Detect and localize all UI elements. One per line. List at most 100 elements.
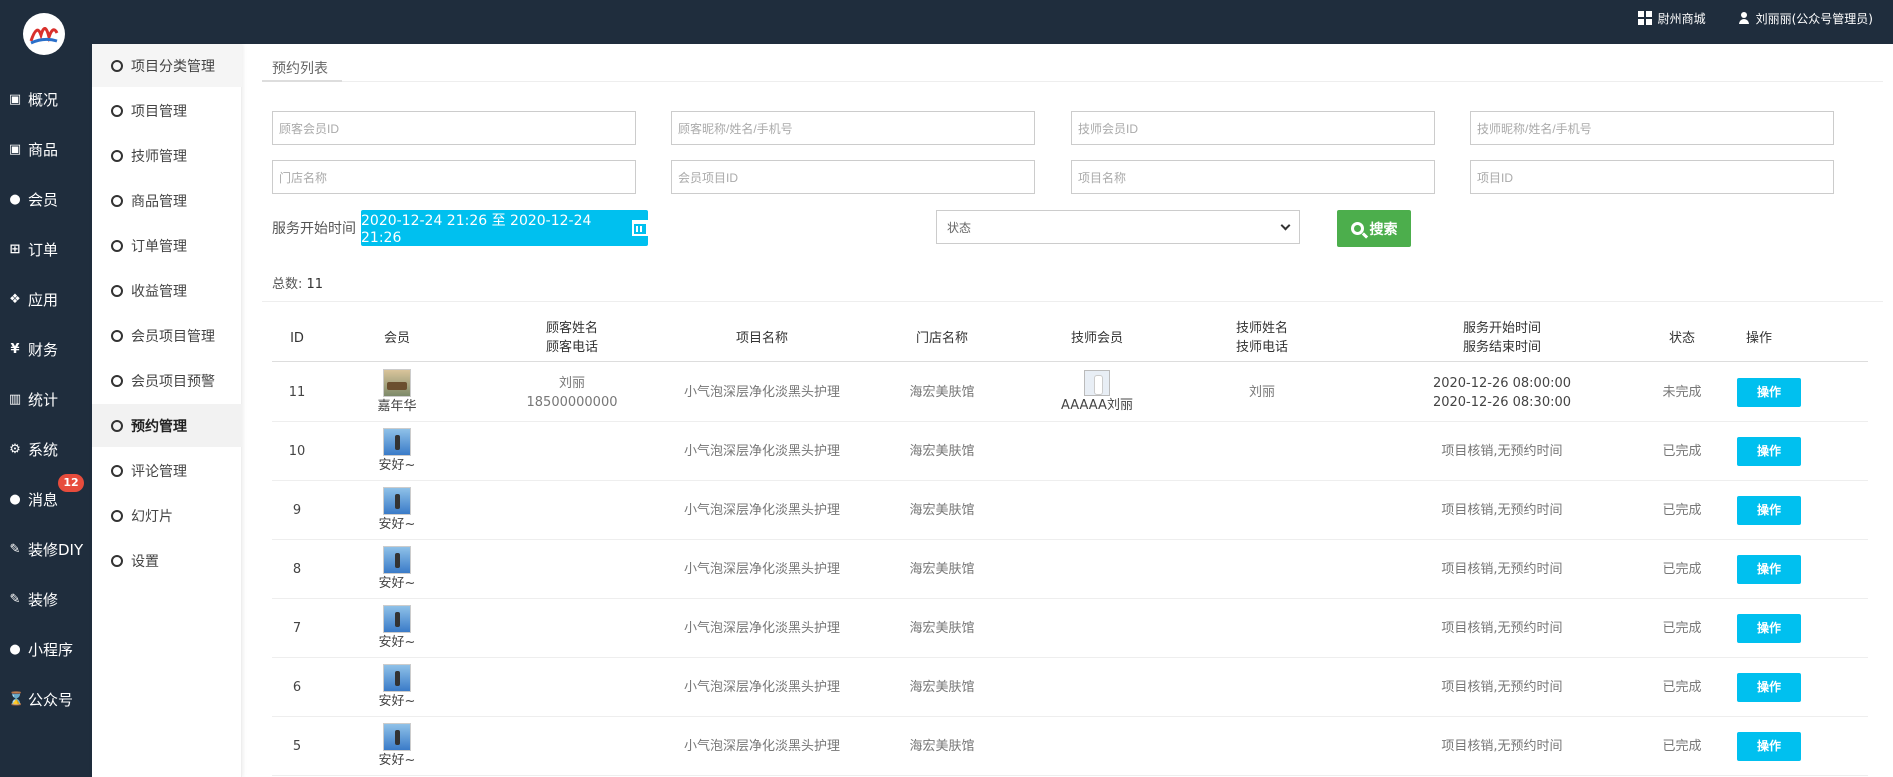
dashboard-icon [1637,11,1652,25]
tech-name-input[interactable]: 技师昵称/姓名/手机号 [1470,111,1834,145]
member-name: 安好~ [378,635,416,650]
customer-member-id-input[interactable]: 顾客会员ID [272,111,636,145]
submenu-item[interactable]: 评论管理 [92,449,242,492]
cell-project: 小气泡深层净化淡黑头护理 [662,717,862,776]
top-bar: 尉州商城 刘丽丽(公众号管理员) [0,0,1893,44]
table-row: 6 安好~ 小气泡深层净化淡黑头护理 海宏美肤馆 项目核销,无预约时间 已完成 操作 [272,658,1868,717]
shop-label: 尉州商城 [1657,11,1706,26]
logo[interactable] [23,13,65,55]
total-count: 总数: 11 [272,273,323,292]
submenu-item[interactable]: 项目管理 [92,89,242,132]
sidebar-item[interactable]: ▣ 概况 [0,74,92,124]
sidebar-item[interactable]: ▥ 统计 [0,374,92,424]
action-button[interactable]: 操作 [1737,614,1801,643]
action-button[interactable]: 操作 [1737,732,1801,761]
cell-time: 2020-12-26 08:00:00 2020-12-26 08:30:00 [1412,363,1592,422]
circle-icon [111,509,123,522]
cell-customer [512,599,632,658]
project-id-input[interactable]: 项目ID [1470,160,1834,194]
submenu-item[interactable]: 收益管理 [92,269,242,312]
submenu-item[interactable]: 项目分类管理 [92,44,242,87]
submenu-item[interactable]: 商品管理 [92,179,242,222]
submenu-item[interactable]: 会员项目预警 [92,359,242,402]
row-id: 8 [292,562,302,577]
table-row: 10 安好~ 小气泡深层净化淡黑头护理 海宏美肤馆 项目核销,无预约时间 已完成 操作 [272,422,1868,481]
member-name: 安好~ [378,458,416,473]
cell-action: 操作 [1734,422,1804,481]
submenu-item[interactable]: 技师管理 [92,134,242,177]
cell-customer [512,481,632,540]
total-value: 11 [306,277,324,292]
cell-id: 6 [272,658,322,717]
sidebar-item-label: 应用 [28,290,59,309]
tech-member-id-input[interactable]: 技师会员ID [1071,111,1435,145]
avatar [383,605,411,633]
action-button[interactable]: 操作 [1737,378,1801,407]
avatar [383,369,411,397]
submenu-item[interactable]: 预约管理 [92,404,242,447]
circle-icon [111,374,123,387]
tech-avatar [1084,370,1110,396]
message-badge: 12 [58,474,84,492]
sidebar-item[interactable]: ⚙ 系统 [0,424,92,474]
cell-tech-member [1032,717,1162,776]
submenu-item[interactable]: 设置 [92,539,242,582]
submenu-item[interactable]: 会员项目管理 [92,314,242,357]
submenu-item-label: 会员项目预警 [131,373,215,390]
th-project: 项目名称 [735,330,788,346]
th-store: 门店名称 [915,330,968,346]
cell-store: 海宏美肤馆 [892,481,992,540]
status-select[interactable]: 状态 [936,210,1300,244]
sidebar-item[interactable]: ● 小程序 [0,624,92,674]
project-name: 小气泡深层净化淡黑头护理 [683,621,840,636]
action-button[interactable]: 操作 [1737,496,1801,525]
cell-action: 操作 [1734,658,1804,717]
project-name-input[interactable]: 项目名称 [1071,160,1435,194]
service-start-time: 项目核销,无预约时间 [1441,621,1563,636]
cell-time: 项目核销,无预约时间 [1412,599,1592,658]
circle-icon [111,149,123,162]
action-button[interactable]: 操作 [1737,555,1801,584]
submenu-item[interactable]: 幻灯片 [92,494,242,537]
search-icon [1350,222,1364,235]
sidebar-item[interactable]: ¥ 财务 [0,324,92,374]
submenu-item-label: 订单管理 [131,238,187,255]
store-name: 海宏美肤馆 [909,680,975,695]
customer-name-input[interactable]: 顾客昵称/姓名/手机号 [671,111,1035,145]
search-button-label: 搜索 [1369,221,1398,238]
sidebar-item[interactable]: ✎ 装修 [0,574,92,624]
avatar [383,428,411,456]
th-customer: 顾客姓名 顾客电话 [545,321,598,355]
member-project-id-input[interactable]: 会员项目ID [671,160,1035,194]
cell-project: 小气泡深层净化淡黑头护理 [662,540,862,599]
circle-icon [111,194,123,207]
wechat-icon: ● [9,641,21,657]
th-tech: 技师姓名 技师电话 [1235,321,1288,355]
sidebar-item[interactable]: ⌛ 公众号 [0,674,92,724]
sidebar-item[interactable]: ● 会员 [0,174,92,224]
sidebar-item[interactable]: ⊞ 订单 [0,224,92,274]
gavel-icon: ✎ [9,541,21,557]
table-row: 7 安好~ 小气泡深层净化淡黑头护理 海宏美肤馆 项目核销,无预约时间 已完成 操作 [272,599,1868,658]
overview-icon: ▣ [8,91,22,107]
cell-tech-member: AAAAA刘丽 [1032,363,1162,422]
cogs-icon: ⚙ [9,441,21,457]
cell-project: 小气泡深层净化淡黑头护理 [662,599,862,658]
action-button[interactable]: 操作 [1737,673,1801,702]
sidebar-item[interactable]: ❖ 应用 [0,274,92,324]
cell-member: 安好~ [362,658,432,717]
store-name-input[interactable]: 门店名称 [272,160,636,194]
user-menu[interactable]: 刘丽丽(公众号管理员) [1738,10,1873,27]
submenu-item[interactable]: 订单管理 [92,224,242,267]
status-text: 已完成 [1662,444,1702,459]
submenu-item-label: 项目管理 [131,103,187,120]
action-button[interactable]: 操作 [1737,437,1801,466]
date-range-picker[interactable]: 2020-12-24 21:26 至 2020-12-24 21:26 [361,210,648,246]
sidebar-item[interactable]: ✎ 装修DIY [0,524,92,574]
th-action: 操作 [1745,330,1772,346]
project-name: 小气泡深层净化淡黑头护理 [683,680,840,695]
shop-link[interactable]: 尉州商城 [1637,10,1706,27]
search-button[interactable]: 搜索 [1337,210,1411,247]
sidebar-item[interactable]: ▣ 商品 [0,124,92,174]
cell-store: 海宏美肤馆 [892,658,992,717]
